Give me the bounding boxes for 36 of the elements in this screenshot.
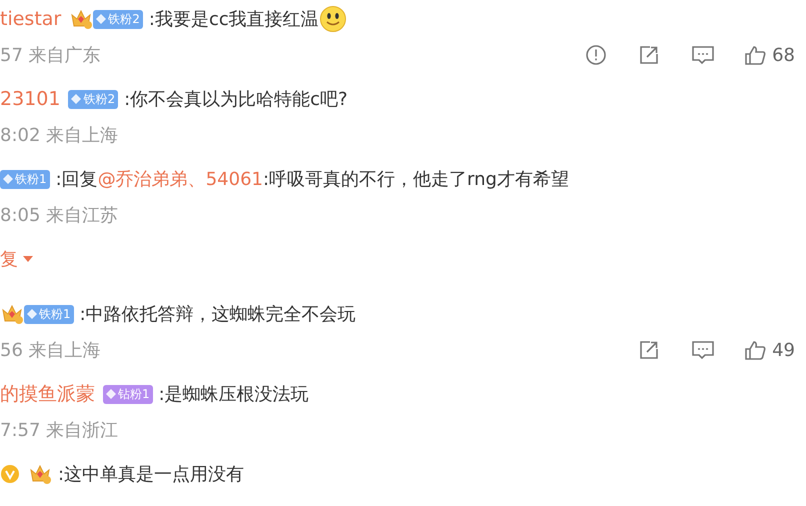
comment-icon[interactable] xyxy=(691,44,716,66)
fan-badge: 铁粉2 xyxy=(93,10,143,28)
fan-badge: 铁粉2 xyxy=(68,90,118,108)
comment-text: :是蜘蛛压根没法玩 xyxy=(158,382,309,406)
diamond-icon xyxy=(71,94,82,104)
fan-badge: 铁粉1 xyxy=(0,170,50,188)
more-replies-link[interactable]: 复 xyxy=(0,246,34,272)
thumbs-up-icon xyxy=(744,44,766,66)
comment-meta: 8:02 来自上海 xyxy=(0,124,118,148)
like-button[interactable]: 68 xyxy=(744,42,795,68)
caret-icon xyxy=(22,255,34,263)
thumbs-up-icon xyxy=(744,339,766,361)
mention-link[interactable]: @乔治弟弟、54061 xyxy=(98,166,263,192)
comment-text: :我要是cc我直接红温 xyxy=(148,8,319,32)
smiley-icon xyxy=(318,5,347,33)
diamond-icon xyxy=(3,174,13,184)
comment-text: :呼吸哥真的不行，他走了rng才有希望 xyxy=(262,168,569,192)
comment-text: :中路依托答辩，这蜘蛛完全不会玩 xyxy=(80,302,356,326)
user-name[interactable]: 23101 xyxy=(0,84,60,114)
fan-badge: 铁粉1 xyxy=(24,304,74,324)
comment-icon[interactable] xyxy=(691,339,716,361)
comment-text: :这中单真是一点用没有 xyxy=(58,462,244,486)
comment-meta: 56 来自上海 xyxy=(0,338,101,362)
verified-icon xyxy=(0,464,20,484)
comment-text: :你不会真以为比哈特能c吧? xyxy=(124,88,348,112)
diamond-icon xyxy=(106,389,116,399)
comment-meta: 57 来自广东 xyxy=(0,44,101,68)
comment-meta: 7:57 来自浙江 xyxy=(0,418,118,442)
comment-text: :回复 xyxy=(56,168,98,192)
user-name[interactable]: tiestar xyxy=(0,4,62,34)
user-name[interactable]: 的摸鱼派蒙 xyxy=(0,380,95,408)
like-button[interactable]: 49 xyxy=(744,336,795,364)
diamond-icon xyxy=(27,309,37,319)
diamond-icon xyxy=(96,14,106,24)
comment-meta: 8:05 来自江苏 xyxy=(0,204,118,228)
fan-badge: 钻粉1 xyxy=(103,384,153,404)
